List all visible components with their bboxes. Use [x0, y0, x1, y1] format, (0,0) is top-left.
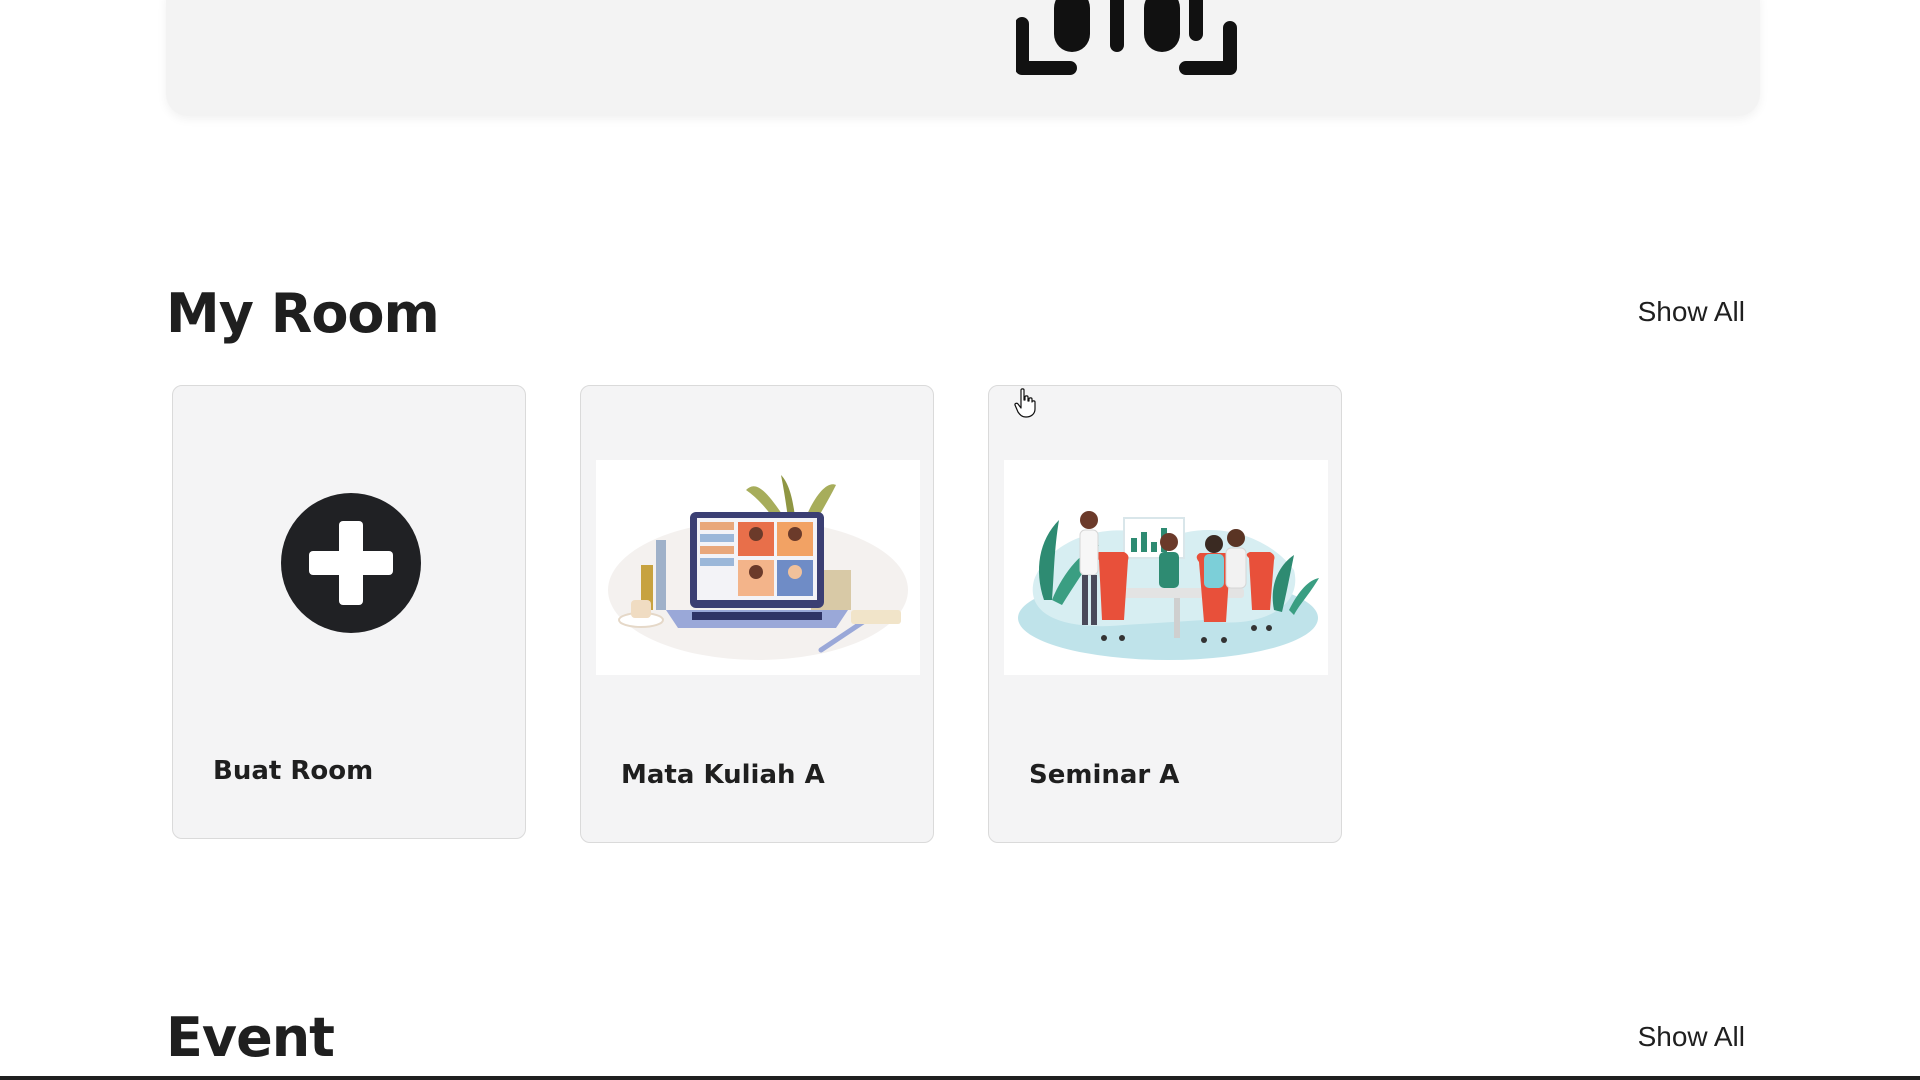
hand-pointer-cursor-icon — [1014, 388, 1036, 418]
event-title: Event — [166, 1006, 335, 1069]
card-label: Buat Room — [213, 756, 374, 786]
create-room-card[interactable]: Buat Room — [172, 385, 526, 839]
brand-logo-icon[interactable] — [1016, 0, 1238, 76]
my-room-show-all-link[interactable]: Show All — [1638, 296, 1745, 328]
bottom-divider — [0, 1076, 1920, 1080]
video-call-laptop-illustration — [596, 460, 920, 675]
event-show-all-link[interactable]: Show All — [1638, 1021, 1745, 1053]
plus-circle-icon[interactable] — [281, 493, 421, 633]
my-room-title: My Room — [166, 282, 440, 345]
card-label: Mata Kuliah A — [621, 760, 825, 790]
card-label: Seminar A — [1029, 760, 1180, 790]
team-meeting-illustration — [1004, 460, 1328, 675]
page: My Room Show All Buat Room Mata Kuliah A… — [0, 0, 1920, 1080]
room-card-mata-kuliah-a[interactable]: Mata Kuliah A — [580, 385, 934, 843]
header-banner — [166, 0, 1760, 116]
room-card-seminar-a[interactable]: Seminar A — [988, 385, 1342, 843]
